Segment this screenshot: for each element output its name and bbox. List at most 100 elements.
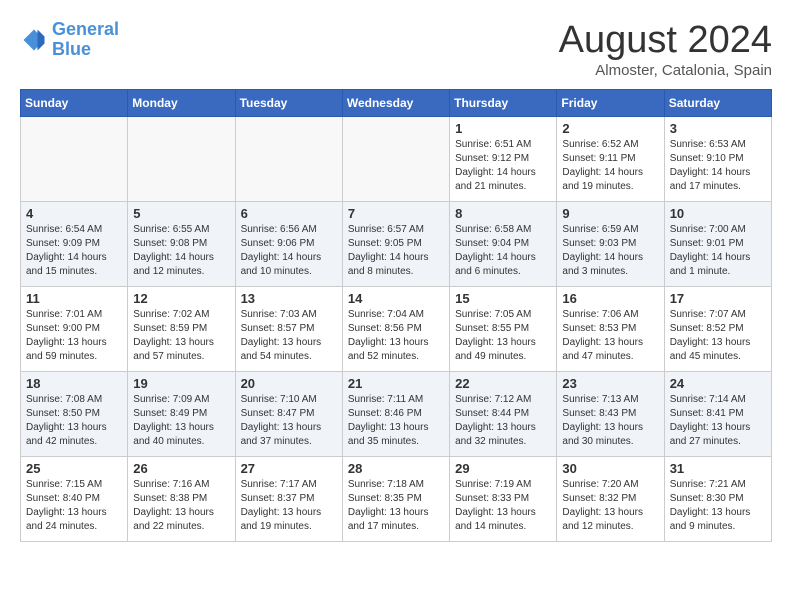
day-info-text: Sunrise: 7:18 AM: [348, 478, 444, 492]
calendar-day-cell: 4Sunrise: 6:54 AMSunset: 9:09 PMDaylight…: [21, 201, 128, 286]
day-number: 5: [133, 206, 229, 221]
day-info-text: Sunset: 8:44 PM: [455, 407, 551, 421]
day-number: 26: [133, 461, 229, 476]
calendar-day-cell: 23Sunrise: 7:13 AMSunset: 8:43 PMDayligh…: [557, 371, 664, 456]
day-info-text: Daylight: 14 hours: [670, 251, 766, 265]
day-info-text: and 1 minute.: [670, 265, 766, 279]
day-info-text: Daylight: 13 hours: [133, 336, 229, 350]
day-info-text: Sunset: 8:37 PM: [241, 492, 337, 506]
day-info-text: and 22 minutes.: [133, 520, 229, 534]
day-info-text: Sunset: 8:53 PM: [562, 322, 658, 336]
day-info-text: Daylight: 14 hours: [348, 251, 444, 265]
day-info-text: Sunrise: 7:09 AM: [133, 393, 229, 407]
calendar-day-cell: 11Sunrise: 7:01 AMSunset: 9:00 PMDayligh…: [21, 286, 128, 371]
day-info-text: Sunset: 8:46 PM: [348, 407, 444, 421]
day-info-text: Sunrise: 6:52 AM: [562, 138, 658, 152]
day-info-text: Daylight: 13 hours: [562, 506, 658, 520]
calendar-day-cell: 22Sunrise: 7:12 AMSunset: 8:44 PMDayligh…: [450, 371, 557, 456]
day-info-text: Daylight: 14 hours: [455, 166, 551, 180]
day-info-text: Sunset: 9:11 PM: [562, 152, 658, 166]
day-info-text: and 9 minutes.: [670, 520, 766, 534]
weekday-header-row: SundayMondayTuesdayWednesdayThursdayFrid…: [21, 89, 772, 116]
day-info-text: Sunset: 9:10 PM: [670, 152, 766, 166]
day-number: 12: [133, 291, 229, 306]
day-info-text: and 6 minutes.: [455, 265, 551, 279]
day-info-text: Daylight: 14 hours: [562, 251, 658, 265]
day-info-text: Sunrise: 6:54 AM: [26, 223, 122, 237]
day-info-text: and 10 minutes.: [241, 265, 337, 279]
day-number: 18: [26, 376, 122, 391]
day-info-text: Daylight: 13 hours: [348, 506, 444, 520]
calendar-week-row: 4 Sunrise: 6:54 AMSunset: 9:09 PM Daylight…: [21, 201, 772, 286]
day-number: 7: [348, 206, 444, 221]
day-number: 22: [455, 376, 551, 391]
day-number: 27: [241, 461, 337, 476]
day-info-text: Sunrise: 7:20 AM: [562, 478, 658, 492]
weekday-header-cell: Sunday: [21, 89, 128, 116]
day-number: 14: [348, 291, 444, 306]
day-number: 3: [670, 121, 766, 136]
calendar-day-cell: 6Sunrise: 6:56 AMSunset: 9:06 PMDaylight…: [235, 201, 342, 286]
day-info-text: Daylight: 13 hours: [241, 506, 337, 520]
day-info-text: Sunrise: 6:51 AM: [455, 138, 551, 152]
day-info-text: Daylight: 13 hours: [133, 421, 229, 435]
day-info-text: and 32 minutes.: [455, 435, 551, 449]
day-info-text: and 42 minutes.: [26, 435, 122, 449]
day-info-text: Daylight: 13 hours: [670, 421, 766, 435]
day-info-text: Sunset: 8:30 PM: [670, 492, 766, 506]
day-info-text: Sunset: 8:43 PM: [562, 407, 658, 421]
day-number: 15: [455, 291, 551, 306]
day-info-text: and 21 minutes.: [455, 180, 551, 194]
day-info-text: Daylight: 13 hours: [455, 506, 551, 520]
location: Almoster, Catalonia, Spain: [559, 62, 772, 79]
weekday-header-cell: Wednesday: [342, 89, 449, 116]
calendar-day-cell: 28Sunrise: 7:18 AMSunset: 8:35 PMDayligh…: [342, 456, 449, 541]
day-info-text: Sunrise: 6:55 AM: [133, 223, 229, 237]
day-number: 25: [26, 461, 122, 476]
day-info-text: Sunset: 8:35 PM: [348, 492, 444, 506]
day-info-text: Sunrise: 7:10 AM: [241, 393, 337, 407]
day-info-text: Sunrise: 7:08 AM: [26, 393, 122, 407]
title-block: August 2024 Almoster, Catalonia, Spain: [559, 20, 772, 79]
calendar-day-cell: 5Sunrise: 6:55 AMSunset: 9:08 PMDaylight…: [128, 201, 235, 286]
day-info-text: Daylight: 13 hours: [670, 336, 766, 350]
calendar-table: SundayMondayTuesdayWednesdayThursdayFrid…: [20, 89, 772, 542]
day-info-text: Sunset: 9:09 PM: [26, 237, 122, 251]
day-number: 29: [455, 461, 551, 476]
day-number: 11: [26, 291, 122, 306]
day-info-text: Sunset: 8:56 PM: [348, 322, 444, 336]
day-info-text: and 40 minutes.: [133, 435, 229, 449]
day-info-text: Sunset: 8:41 PM: [670, 407, 766, 421]
day-info-text: Daylight: 14 hours: [670, 166, 766, 180]
day-number: 31: [670, 461, 766, 476]
day-info-text: Sunrise: 6:57 AM: [348, 223, 444, 237]
day-number: 21: [348, 376, 444, 391]
day-info-text: Daylight: 13 hours: [562, 421, 658, 435]
calendar-day-cell: 8Sunrise: 6:58 AMSunset: 9:04 PMDaylight…: [450, 201, 557, 286]
page-header: General Blue August 2024 Almoster, Catal…: [20, 20, 772, 79]
calendar-day-cell: 13Sunrise: 7:03 AMSunset: 8:57 PMDayligh…: [235, 286, 342, 371]
calendar-day-cell: 16Sunrise: 7:06 AMSunset: 8:53 PMDayligh…: [557, 286, 664, 371]
calendar-day-cell: [128, 116, 235, 201]
day-info-text: and 19 minutes.: [562, 180, 658, 194]
day-info-text: and 47 minutes.: [562, 350, 658, 364]
day-info-text: Daylight: 13 hours: [26, 506, 122, 520]
day-info-text: Sunrise: 6:56 AM: [241, 223, 337, 237]
day-info-text: Sunset: 8:38 PM: [133, 492, 229, 506]
day-info-text: Sunset: 9:06 PM: [241, 237, 337, 251]
day-info-text: Daylight: 14 hours: [455, 251, 551, 265]
day-number: 4: [26, 206, 122, 221]
day-info-text: Daylight: 13 hours: [348, 336, 444, 350]
day-info-text: Sunset: 8:50 PM: [26, 407, 122, 421]
day-number: 9: [562, 206, 658, 221]
day-number: 20: [241, 376, 337, 391]
calendar-day-cell: 14Sunrise: 7:04 AMSunset: 8:56 PMDayligh…: [342, 286, 449, 371]
day-info-text: Sunrise: 7:19 AM: [455, 478, 551, 492]
day-info-text: Sunrise: 7:01 AM: [26, 308, 122, 322]
logo-icon: [20, 26, 48, 54]
calendar-day-cell: 2Sunrise: 6:52 AMSunset: 9:11 PMDaylight…: [557, 116, 664, 201]
day-info-text: and 54 minutes.: [241, 350, 337, 364]
day-info-text: and 30 minutes.: [562, 435, 658, 449]
day-info-text: Sunset: 8:52 PM: [670, 322, 766, 336]
day-info-text: and 17 minutes.: [670, 180, 766, 194]
